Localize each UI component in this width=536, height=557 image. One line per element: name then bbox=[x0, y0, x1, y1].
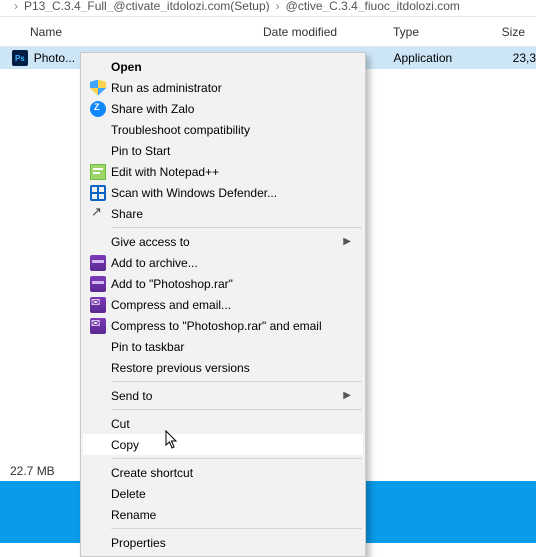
menu-edit-with-notepadpp[interactable]: Edit with Notepad++ bbox=[83, 161, 363, 182]
shield-icon bbox=[90, 80, 106, 96]
notepadpp-icon bbox=[90, 164, 106, 180]
winrar-email-icon bbox=[90, 318, 106, 334]
zalo-icon bbox=[90, 101, 106, 117]
column-header-name[interactable]: Name bbox=[0, 17, 255, 46]
menu-open[interactable]: Open bbox=[83, 56, 363, 77]
file-type: Application bbox=[393, 51, 496, 65]
chevron-right-icon: › bbox=[276, 0, 280, 12]
breadcrumb-seg[interactable]: @ctive_C.3.4_fiuoc_itdolozi.com bbox=[286, 0, 460, 12]
menu-add-to-photoshop-rar[interactable]: Add to "Photoshop.rar" bbox=[83, 273, 363, 294]
photoshop-icon: Ps bbox=[12, 50, 28, 66]
chevron-right-icon: ▶ bbox=[343, 390, 351, 401]
menu-cut[interactable]: Cut bbox=[83, 413, 363, 434]
winrar-icon bbox=[90, 276, 106, 292]
menu-share-with-zalo[interactable]: Share with Zalo bbox=[83, 98, 363, 119]
share-icon bbox=[90, 206, 106, 222]
winrar-icon bbox=[90, 255, 106, 271]
menu-compress-and-email[interactable]: Compress and email... bbox=[83, 294, 363, 315]
breadcrumb-seg[interactable]: P13_C.3.4_Full_@ctivate_itdolozi.com(Set… bbox=[24, 0, 270, 12]
breadcrumb[interactable]: › P13_C.3.4_Full_@ctivate_itdolozi.com(S… bbox=[0, 0, 536, 12]
menu-pin-to-start[interactable]: Pin to Start bbox=[83, 140, 363, 161]
context-menu: Open Run as administrator Share with Zal… bbox=[80, 52, 366, 557]
status-text: 22.7 MB bbox=[10, 464, 55, 478]
defender-icon bbox=[90, 185, 106, 201]
menu-pin-to-taskbar[interactable]: Pin to taskbar bbox=[83, 336, 363, 357]
menu-add-to-archive[interactable]: Add to archive... bbox=[83, 252, 363, 273]
column-header-size[interactable]: Size bbox=[490, 17, 530, 46]
status-bar: 22.7 MB bbox=[0, 461, 65, 481]
chevron-right-icon: › bbox=[14, 0, 18, 12]
menu-create-shortcut[interactable]: Create shortcut bbox=[83, 462, 363, 483]
menu-give-access-to[interactable]: Give access to▶ bbox=[83, 231, 363, 252]
column-header-type[interactable]: Type bbox=[385, 17, 490, 46]
menu-send-to[interactable]: Send to▶ bbox=[83, 385, 363, 406]
winrar-email-icon bbox=[90, 297, 106, 313]
menu-run-as-administrator[interactable]: Run as administrator bbox=[83, 77, 363, 98]
menu-rename[interactable]: Rename bbox=[83, 504, 363, 525]
menu-delete[interactable]: Delete bbox=[83, 483, 363, 504]
menu-troubleshoot-compatibility[interactable]: Troubleshoot compatibility bbox=[83, 119, 363, 140]
menu-compress-photoshop-and-email[interactable]: Compress to "Photoshop.rar" and email bbox=[83, 315, 363, 336]
menu-copy[interactable]: Copy bbox=[83, 434, 363, 455]
column-header-date[interactable]: Date modified bbox=[255, 17, 385, 46]
file-size: 23,3 bbox=[497, 51, 536, 65]
menu-share[interactable]: Share bbox=[83, 203, 363, 224]
column-header-row: Name Date modified Type Size bbox=[0, 17, 536, 47]
menu-scan-with-defender[interactable]: Scan with Windows Defender... bbox=[83, 182, 363, 203]
menu-restore-previous-versions[interactable]: Restore previous versions bbox=[83, 357, 363, 378]
chevron-right-icon: ▶ bbox=[343, 236, 351, 247]
